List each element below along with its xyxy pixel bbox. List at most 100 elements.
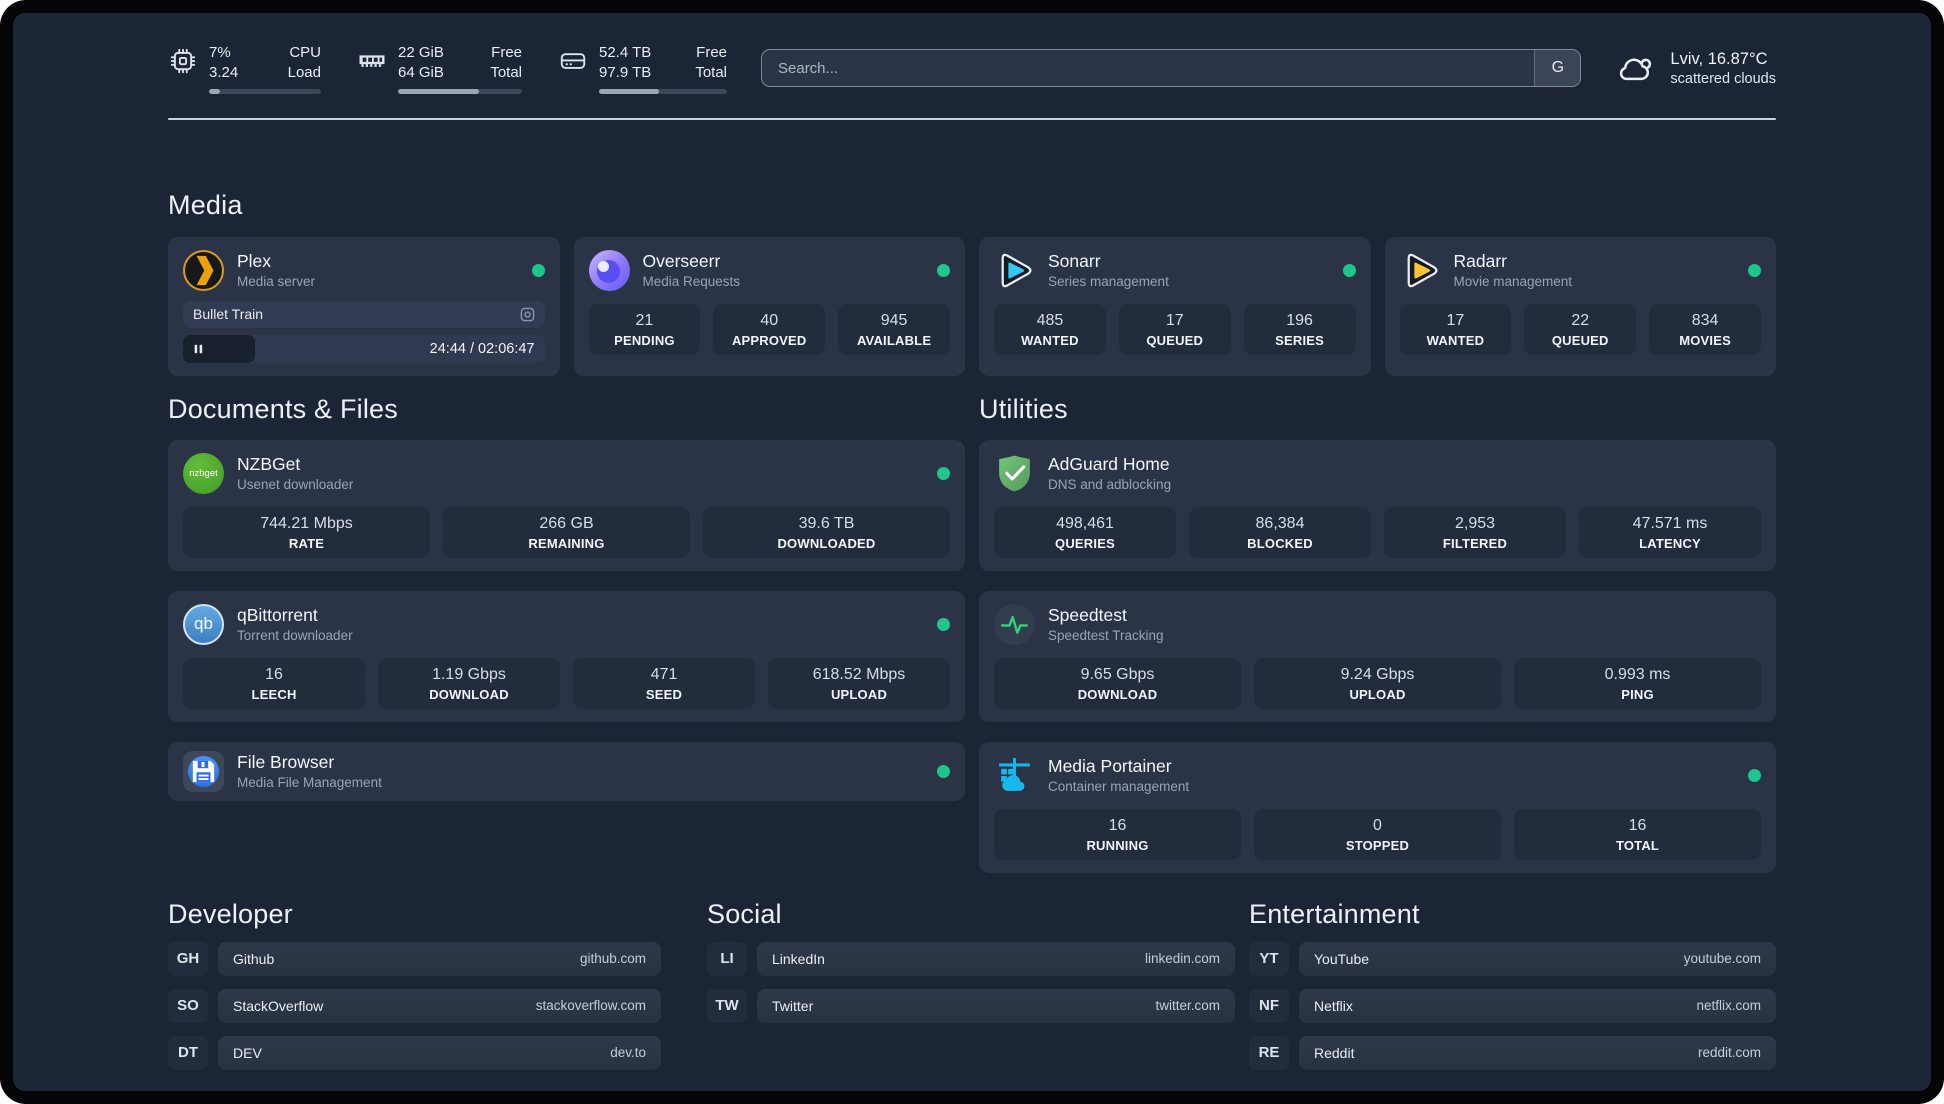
nzbget-icon: nzbget — [183, 452, 224, 494]
ram-total-label: Total — [490, 63, 522, 81]
cpu-progress-bar — [209, 88, 321, 94]
stat-tile: 0 STOPPED — [1254, 808, 1501, 860]
search-bar: G — [761, 49, 1582, 88]
app-subtitle: Speedtest Tracking — [1048, 628, 1164, 644]
bookmark-abbr: DT — [168, 1035, 208, 1070]
playback-time: 24:44 / 02:06:47 — [429, 340, 535, 357]
session-device-icon — [520, 307, 535, 322]
weather-condition: scattered clouds — [1670, 70, 1776, 87]
bookmark-url: twitter.com — [1155, 998, 1220, 1014]
bookmark-twitter[interactable]: TW Twitter twitter.com — [707, 988, 1235, 1023]
search-input[interactable] — [762, 50, 1535, 87]
bookmark-youtube[interactable]: YT YouTube youtube.com — [1249, 941, 1776, 976]
status-dot — [937, 764, 950, 778]
bookmark-url: stackoverflow.com — [535, 998, 646, 1014]
bookmark-abbr: TW — [707, 988, 747, 1023]
app-card-nzbget[interactable]: nzbget NZBGet Usenet downloader 744.21 M… — [168, 439, 965, 571]
bookmark-abbr: SO — [168, 988, 208, 1023]
stat-tile: 40 APPROVED — [713, 303, 826, 355]
stat-tile: 744.21 Mbps RATE — [183, 506, 430, 558]
disk-total-label: Total — [695, 63, 727, 81]
bookmark-name: Reddit — [1314, 1044, 1355, 1061]
app-card-qbittorrent[interactable]: qb qBittorrent Torrent downloader 16 LEE… — [168, 590, 965, 722]
stat-tile: 39.6 TB DOWNLOADED — [703, 506, 950, 558]
stat-tile: 9.24 Gbps UPLOAD — [1254, 657, 1501, 709]
app-card-overseerr[interactable]: Overseerr Media Requests 21 PENDING 40 A… — [573, 236, 965, 376]
header-divider — [168, 117, 1776, 120]
bookmark-github[interactable]: GH Github github.com — [168, 941, 661, 976]
stat-tile: 471 SEED — [573, 657, 755, 709]
disk-free-value: 52.4 TB — [599, 44, 652, 61]
app-subtitle: Container management — [1048, 779, 1190, 795]
ram-total-value: 64 GiB — [398, 63, 444, 81]
now-playing-title: Bullet Train — [193, 306, 264, 323]
app-card-radarr[interactable]: Radarr Movie management 17 WANTED 22 QUE… — [1384, 236, 1776, 376]
stat-tile: 498,461 QUERIES — [994, 506, 1176, 558]
app-card-plex[interactable]: Plex Media server Bullet Train 24:44 / 0… — [168, 236, 560, 376]
storage-stat: 52.4 TB 97.9 TB Free Total — [558, 43, 727, 94]
disk-progress-bar — [599, 88, 727, 94]
app-card-speedtest[interactable]: Speedtest Speedtest Tracking 9.65 Gbps D… — [979, 590, 1776, 722]
status-dot — [1748, 768, 1761, 782]
utilities-column: Utilities AdGuard Home DNS and adblockin… — [979, 394, 1776, 873]
entertainment-column: Entertainment YT YouTube youtube.com NF … — [1249, 899, 1776, 1083]
status-dot — [937, 617, 950, 631]
stat-tile: 47.571 ms LATENCY — [1579, 506, 1761, 558]
overseerr-icon — [588, 249, 630, 291]
stat-tile: 16 RUNNING — [994, 808, 1241, 860]
pause-icon[interactable] — [193, 343, 204, 355]
stat-tile: 834 MOVIES — [1649, 303, 1761, 355]
stat-tile: 16 TOTAL — [1514, 808, 1761, 860]
portainer-icon — [994, 755, 1035, 796]
bookmark-url: youtube.com — [1683, 951, 1761, 967]
app-title: File Browser — [237, 752, 335, 773]
app-subtitle: Torrent downloader — [237, 628, 353, 644]
section-title-media: Media — [168, 189, 243, 220]
status-dot — [531, 263, 545, 277]
section-title-documents: Documents & Files — [168, 393, 398, 424]
section-title-entertainment: Entertainment — [1249, 898, 1420, 929]
window-bezel: 7% 3.24 CPU Load 22 GiB 64 GiB Free Tota… — [0, 0, 1944, 1104]
bookmark-name: DEV — [233, 1044, 262, 1061]
app-card-filebrowser[interactable]: File Browser Media File Management — [168, 741, 965, 801]
social-column: Social LI LinkedIn linkedin.com TW Twitt… — [707, 899, 1235, 1083]
app-title: Plex — [237, 251, 272, 272]
status-dot — [937, 263, 950, 277]
now-playing-row: Bullet Train — [183, 300, 545, 328]
app-card-sonarr[interactable]: Sonarr Series management 485 WANTED 17 Q… — [979, 236, 1371, 376]
bookmark-url: github.com — [579, 951, 646, 967]
bookmark-abbr: NF — [1249, 988, 1289, 1023]
bookmark-name: YouTube — [1314, 950, 1370, 967]
app-title: Speedtest — [1048, 605, 1127, 626]
bookmark-abbr: YT — [1249, 941, 1289, 976]
cpu-stat: 7% 3.24 CPU Load — [168, 43, 321, 94]
stat-tile: 16 LEECH — [183, 657, 365, 709]
adguard-icon — [994, 453, 1035, 494]
bookmark-url: dev.to — [610, 1045, 646, 1061]
disk-free-label: Free — [696, 44, 727, 61]
app-title: Media Portainer — [1048, 756, 1172, 777]
bookmark-dev[interactable]: DT DEV dev.to — [168, 1035, 661, 1070]
app-card-portainer[interactable]: Media Portainer Container management 16 … — [979, 741, 1776, 873]
ram-icon — [357, 46, 387, 76]
speedtest-icon — [994, 603, 1035, 645]
disk-icon — [558, 46, 588, 76]
search-engine-button[interactable]: G — [1534, 50, 1581, 87]
section-title-social: Social — [707, 898, 782, 929]
bookmark-stackoverflow[interactable]: SO StackOverflow stackoverflow.com — [168, 988, 661, 1023]
bookmark-linkedin[interactable]: LI LinkedIn linkedin.com — [707, 941, 1235, 976]
stat-tile: 9.65 Gbps DOWNLOAD — [994, 657, 1241, 709]
section-title-developer: Developer — [168, 898, 293, 929]
stat-tile: 2,953 FILTERED — [1384, 506, 1566, 558]
bookmark-reddit[interactable]: RE Reddit reddit.com — [1249, 1035, 1776, 1070]
app-card-adguard[interactable]: AdGuard Home DNS and adblocking 498,461 … — [979, 439, 1776, 571]
ram-free-label: Free — [491, 44, 522, 61]
bookmark-name: Twitter — [772, 997, 814, 1014]
cpu-load-label: Load — [287, 63, 321, 81]
weather-location-temp: Lviv, 16.87°C — [1670, 49, 1768, 68]
bookmark-netflix[interactable]: NF Netflix netflix.com — [1249, 988, 1776, 1023]
documents-column: Documents & Files nzbget NZBGet Usenet d… — [168, 394, 965, 873]
app-title: Overseerr — [642, 251, 721, 272]
stat-tile: 17 WANTED — [1399, 303, 1512, 355]
cpu-load-value: 3.24 — [209, 63, 239, 81]
